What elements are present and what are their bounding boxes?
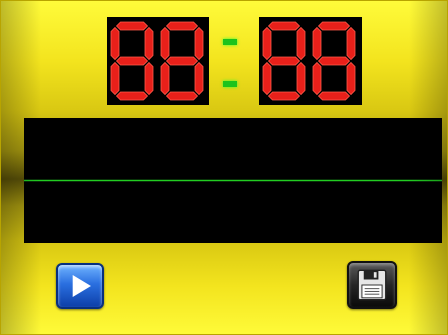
segment-a	[317, 21, 351, 31]
segment-c	[144, 61, 154, 96]
waveform-canvas	[24, 179, 442, 182]
segment-f	[262, 26, 272, 61]
segment-d	[165, 91, 199, 101]
segment-f	[312, 26, 322, 61]
segment-b	[346, 26, 356, 61]
segment-c	[346, 61, 356, 96]
seconds-display	[259, 17, 362, 105]
segment-a	[267, 21, 301, 31]
segment-a	[165, 21, 199, 31]
seconds-digits	[262, 21, 356, 101]
segment-e	[312, 61, 322, 96]
segment-g	[317, 56, 351, 66]
floppy-disk-icon	[357, 269, 387, 301]
segment-d	[115, 91, 149, 101]
colon-bottom-dot	[223, 81, 237, 87]
save-button[interactable]	[347, 261, 397, 309]
segment-g	[267, 56, 301, 66]
segment-e	[160, 61, 170, 96]
minutes-digits	[110, 21, 204, 101]
play-button[interactable]	[56, 263, 104, 309]
segment-d	[317, 91, 351, 101]
minutes-display	[107, 17, 209, 105]
segment-a	[115, 21, 149, 31]
play-icon	[72, 275, 91, 297]
waveform-display	[24, 118, 442, 243]
segment-f	[110, 26, 120, 61]
segment-e	[110, 61, 120, 96]
segment-b	[194, 26, 204, 61]
segment-c	[296, 61, 306, 96]
segment-d	[267, 91, 301, 101]
segment-f	[160, 26, 170, 61]
segment-e	[262, 61, 272, 96]
app-window	[0, 0, 448, 335]
segment-g	[165, 56, 199, 66]
segment-g	[115, 56, 149, 66]
colon-top-dot	[223, 39, 237, 45]
segment-b	[296, 26, 306, 61]
segment-c	[194, 61, 204, 96]
segment-b	[144, 26, 154, 61]
